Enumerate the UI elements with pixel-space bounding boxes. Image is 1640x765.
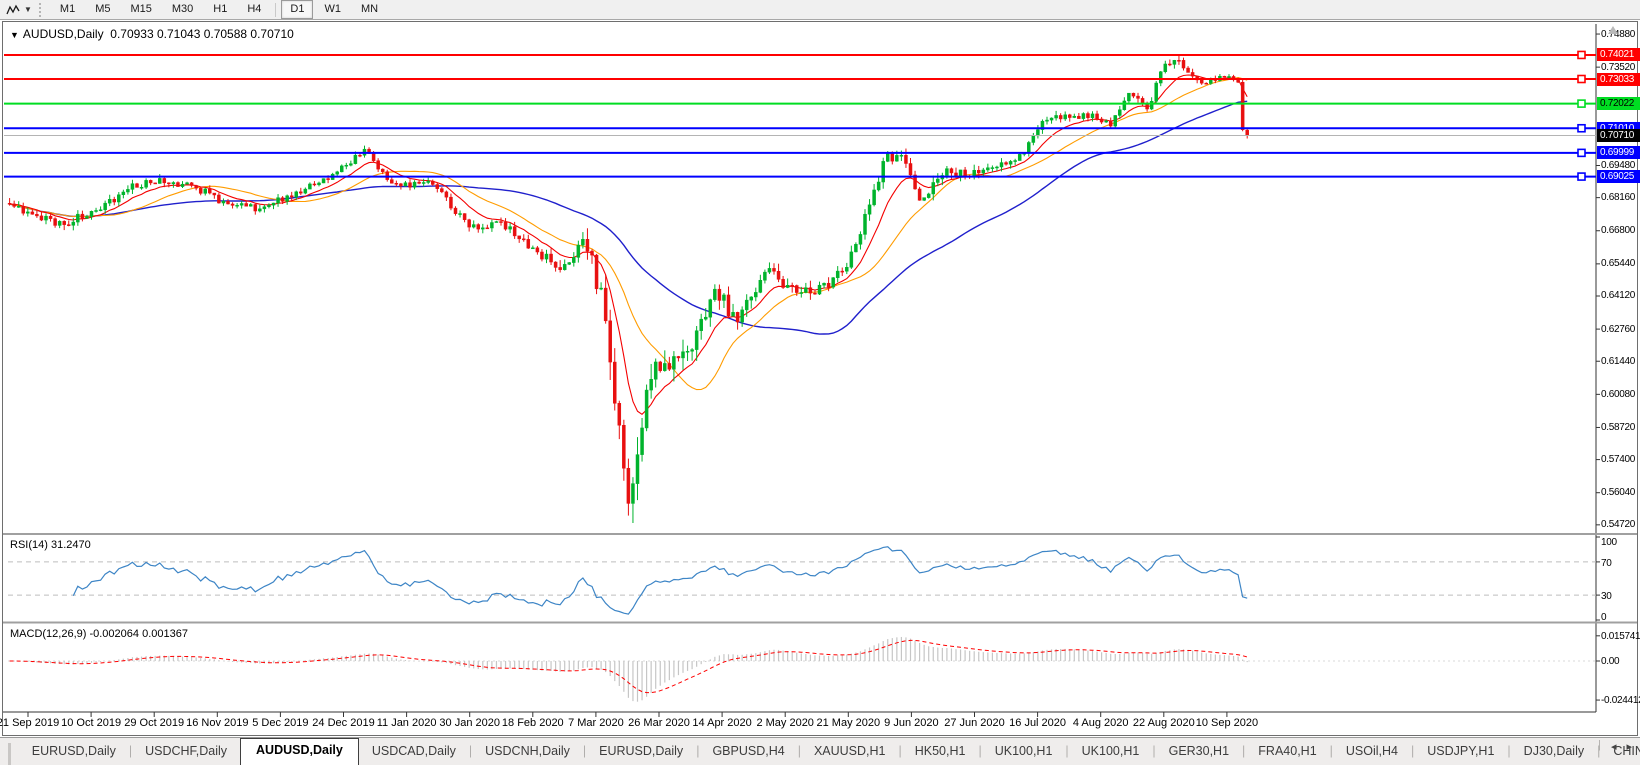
tab-scroll-left-icon[interactable]: ◂ [1611, 740, 1617, 753]
chart-tab-usdcnh-daily[interactable]: USDCNH,Daily [472, 739, 583, 765]
chart-title: ▼ AUDUSD,Daily 0.70933 0.71043 0.70588 0.… [10, 27, 294, 41]
time-axis-label: 27 Jun 2020 [944, 717, 1005, 729]
chevron-down-icon: ▼ [24, 5, 32, 14]
tab-divider: | [1598, 739, 1601, 751]
time-axis-label: 10 Sep 2020 [1195, 717, 1259, 729]
time-axis-label: 2 May 2020 [756, 717, 814, 729]
chart-tab-uk100-h1[interactable]: UK100,H1 [1069, 739, 1153, 765]
price-axis-tick-label: 0.74880 [1601, 28, 1636, 40]
scroll-indicator-icon[interactable] [1608, 26, 1618, 34]
timeframe-button-m1[interactable]: M1 [51, 0, 84, 19]
price-axis-tick-label: 0.54720 [1601, 519, 1636, 531]
chart-tab-audusd-daily[interactable]: AUDUSD,Daily [240, 738, 359, 765]
timeframe-button-h4[interactable]: H4 [238, 0, 270, 19]
price-line-label[interactable]: 0.69999 [1597, 146, 1640, 160]
timeframe-button-mn[interactable]: MN [352, 0, 387, 19]
chart-tab-usdchf-daily[interactable]: USDCHF,Daily [132, 739, 240, 765]
time-axis-label: 16 Jul 2020 [1009, 717, 1067, 729]
chart-tabs: EURUSD,Daily | USDCHF,Daily AUDUSD,Daily USD… [19, 738, 1640, 765]
timeframe-button-h1[interactable]: H1 [204, 0, 236, 19]
candlestick-chart-icon [6, 4, 20, 14]
price-line-label[interactable]: 0.69025 [1597, 170, 1640, 184]
chart-tab-gbpusd-h4[interactable]: GBPUSD,H4 [699, 739, 797, 765]
chart-tab-uk100-h1[interactable]: UK100,H1 [982, 739, 1066, 765]
tabbar-notch [8, 743, 13, 765]
toolbar-separator [275, 2, 277, 17]
chart-type-dropdown[interactable]: ▼ [0, 1, 36, 19]
price-line-label[interactable]: 0.73033 [1597, 72, 1640, 86]
timeframe-button-d1[interactable]: D1 [281, 0, 314, 19]
chart-tab-usoil-h4[interactable]: USOil,H4 [1333, 739, 1411, 765]
time-axis-label: 5 Dec 2019 [252, 717, 309, 729]
time-axis-label: 21 Sep 2019 [0, 717, 60, 729]
price-axis-tick-label: 0.62760 [1601, 323, 1636, 335]
time-axis-label: 29 Oct 2019 [124, 717, 185, 729]
time-axis-label: 21 May 2020 [816, 717, 881, 729]
chart-symbol-label: AUDUSD,Daily [22, 27, 104, 41]
chart-tab-eurusd-daily[interactable]: EURUSD,Daily [586, 739, 696, 765]
time-axis-label: 9 Jun 2020 [884, 717, 939, 729]
timeframe-buttons: M1 M5 M15 M30 H1 H4 D1 W1 MN [50, 0, 388, 19]
price-axis-tick-label: 0.73520 [1601, 61, 1636, 73]
price-axis-tick-label: 0.66800 [1601, 225, 1636, 237]
toolbar-grip[interactable] [38, 2, 43, 17]
price-axis-tick-label: 0.68160 [1601, 192, 1636, 204]
chart-tab-usdjpy-h1[interactable]: USDJPY,H1 [1414, 739, 1507, 765]
tab-scroll-controls: | ◂ ▸ [1590, 729, 1640, 765]
price-axis-tick-label: 0.58720 [1601, 421, 1636, 433]
time-axis-label: 7 Mar 2020 [568, 717, 624, 729]
chart-tab-hk50-h1[interactable]: HK50,H1 [902, 739, 979, 765]
rsi-axis-tick-label: 70 [1601, 557, 1612, 569]
time-axis-label: 26 Mar 2020 [628, 717, 690, 729]
time-axis-label: 30 Jan 2020 [439, 717, 500, 729]
price-axis-tick-label: 0.61440 [1601, 355, 1636, 367]
macd-indicator-label: MACD(12,26,9) -0.002064 0.001367 [10, 628, 188, 640]
macd-axis-tick-label: -0.024412 [1601, 695, 1640, 707]
chart-tab-fra40-h1[interactable]: FRA40,H1 [1245, 739, 1329, 765]
collapse-triangle-icon: ▼ [10, 30, 19, 40]
chart-tab-ger30-h1[interactable]: GER30,H1 [1156, 739, 1242, 765]
rsi-axis-tick-label: 100 [1601, 537, 1617, 548]
time-axis-label: 18 Feb 2020 [501, 717, 564, 729]
chart-window[interactable] [2, 21, 1638, 736]
timeframe-button-m30[interactable]: M30 [163, 0, 202, 19]
tab-scroll-right-icon[interactable]: ▸ [1626, 740, 1632, 753]
timeframe-button-w1[interactable]: W1 [315, 0, 350, 19]
metatrader-window: ▼ M1 M5 M15 M30 H1 H4 D1 W1 MN ▼ AUDUSD,Daily 0.7… [0, 0, 1640, 765]
timeframe-toolbar: ▼ M1 M5 M15 M30 H1 H4 D1 W1 MN [0, 0, 1640, 20]
rsi-axis-tick-label: 0 [1601, 612, 1607, 623]
rsi-indicator-label: RSI(14) 31.2470 [10, 539, 91, 551]
price-axis-tick-label: 0.60080 [1601, 388, 1636, 400]
timeframe-button-m15[interactable]: M15 [121, 0, 160, 19]
time-axis-label: 16 Nov 2019 [186, 717, 249, 729]
chart-tab-bar: EURUSD,Daily | USDCHF,Daily AUDUSD,Daily USD… [0, 737, 1640, 765]
timeframe-button-m5[interactable]: M5 [86, 0, 119, 19]
price-line-label[interactable]: 0.72022 [1597, 97, 1640, 111]
time-axis-label: 4 Aug 2020 [1072, 717, 1129, 729]
time-axis-label: 22 Aug 2020 [1132, 717, 1195, 729]
price-axis-tick-label: 0.57400 [1601, 454, 1636, 466]
time-axis-label: 10 Oct 2019 [61, 717, 122, 729]
chart-tab-usdcad-daily[interactable]: USDCAD,Daily [359, 739, 469, 765]
rsi-axis-tick-label: 30 [1601, 591, 1612, 603]
price-axis-tick-label: 0.64120 [1601, 290, 1636, 302]
macd-axis-tick-label: 0.015741 [1601, 630, 1640, 642]
price-axis-tick-label: 0.56040 [1601, 487, 1636, 499]
price-axis-tick-label: 0.65440 [1601, 258, 1636, 270]
chart-tab-xauusd-h1[interactable]: XAUUSD,H1 [801, 739, 899, 765]
time-axis-label: 14 Apr 2020 [692, 717, 752, 729]
time-axis-label: 11 Jan 2020 [376, 717, 437, 729]
chart-tab-eurusd-daily[interactable]: EURUSD,Daily [19, 739, 129, 765]
chart-tab-dj30-daily[interactable]: DJ30,Daily [1511, 739, 1597, 765]
price-line-label[interactable]: 0.74021 [1597, 48, 1640, 62]
macd-axis-tick-label: 0.00 [1601, 656, 1620, 667]
time-axis-label: 24 Dec 2019 [312, 717, 375, 729]
current-price-label[interactable]: 0.70710 [1597, 129, 1640, 143]
chart-ohlc-values: 0.70933 0.71043 0.70588 0.70710 [110, 27, 294, 41]
